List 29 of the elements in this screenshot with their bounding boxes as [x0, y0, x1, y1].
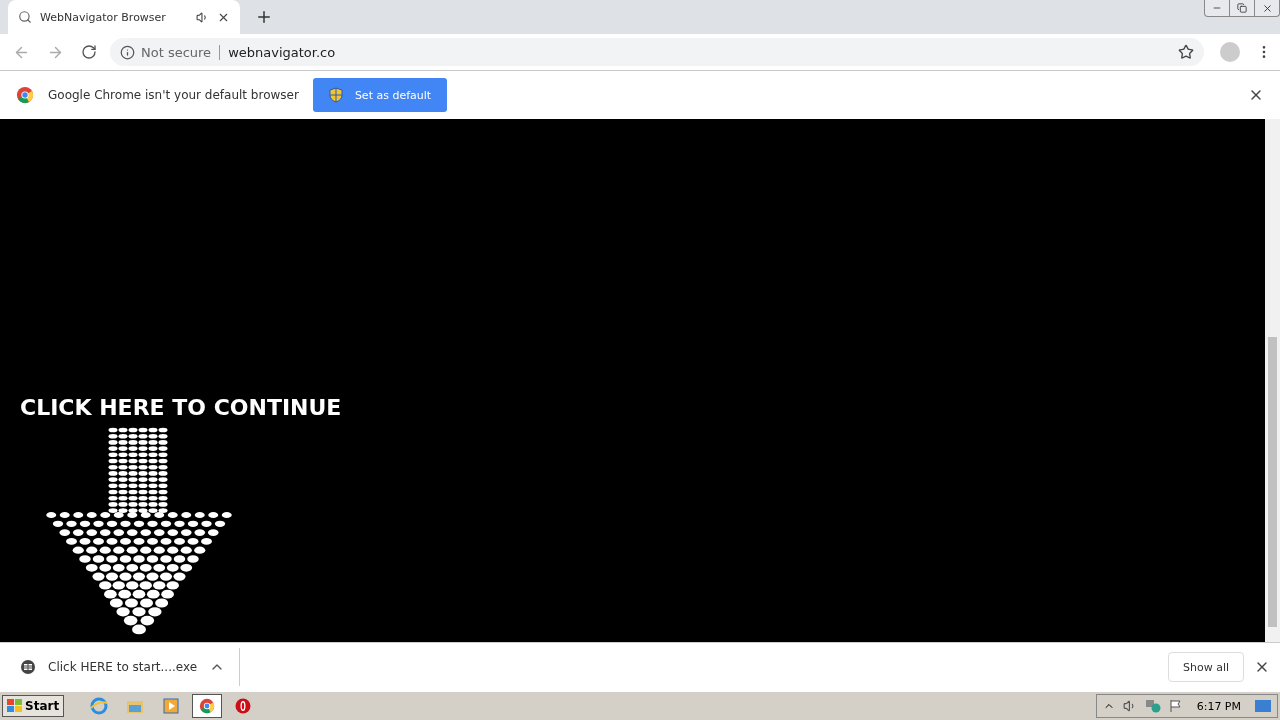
- windows-logo-icon: [7, 699, 23, 713]
- show-desktop-icon[interactable]: [1255, 699, 1271, 713]
- browser-tab[interactable]: WebNavigator Browser: [8, 0, 240, 34]
- flag-icon[interactable]: [1168, 699, 1183, 713]
- speaker-icon[interactable]: [196, 10, 209, 24]
- show-all-button[interactable]: Show all: [1167, 652, 1244, 682]
- restore-icon[interactable]: [1237, 3, 1247, 13]
- close-icon[interactable]: [1261, 2, 1273, 14]
- chrome-logo-icon: [16, 86, 34, 104]
- security-label: Not secure: [141, 44, 221, 60]
- new-tab-plus-icon[interactable]: [255, 8, 273, 26]
- address-bar[interactable]: Not secure webnavigator.co: [110, 38, 1204, 66]
- stop-sign-icon[interactable]: [235, 698, 252, 714]
- info-icon[interactable]: [120, 44, 135, 60]
- file-icon: [20, 659, 36, 675]
- start-button[interactable]: Start: [2, 695, 65, 717]
- set-default-button[interactable]: Set as default: [312, 78, 448, 112]
- infobar-message: Google Chrome isn't your default browser: [48, 88, 299, 102]
- search-icon: [18, 10, 32, 24]
- download-item[interactable]: Click HERE to start....exe: [20, 648, 241, 686]
- media-player-icon[interactable]: [163, 698, 180, 714]
- chrome-logo-icon: [199, 698, 216, 714]
- bookmark-star-icon[interactable]: [1178, 44, 1194, 60]
- scrollbar[interactable]: [1265, 119, 1280, 642]
- url-text: webnavigator.co: [227, 44, 337, 60]
- shield-icon: [328, 87, 343, 103]
- continue-headline[interactable]: CLICK HERE TO CONTINUE: [20, 395, 1265, 420]
- clock[interactable]: 6:17 PM: [1196, 699, 1241, 713]
- reload-icon[interactable]: [81, 44, 97, 60]
